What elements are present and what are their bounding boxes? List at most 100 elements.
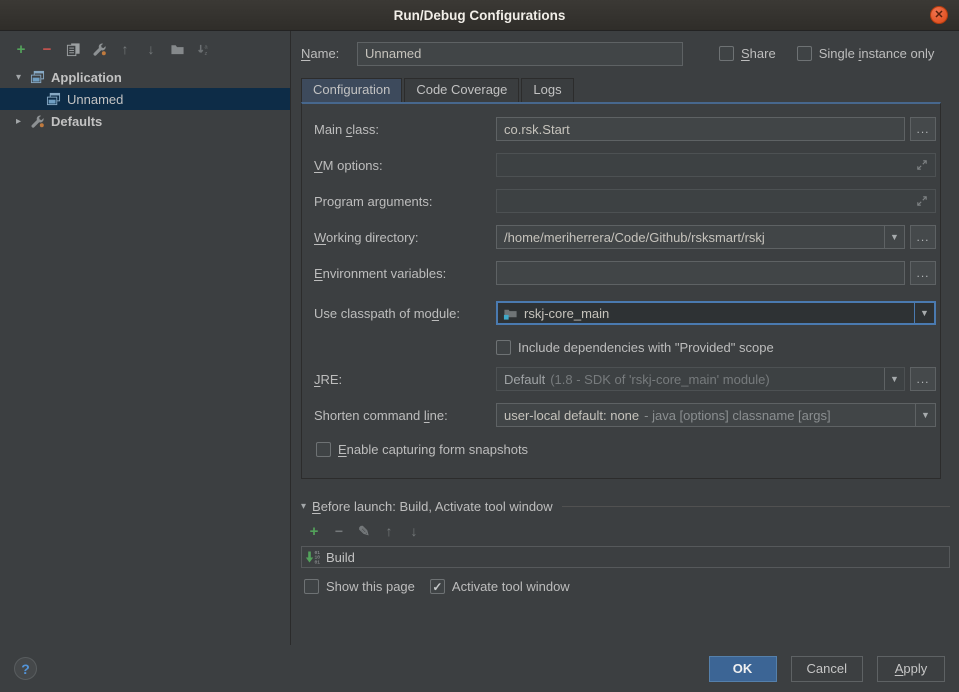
dropdown-arrow-icon[interactable]: ▼ bbox=[884, 226, 904, 248]
dropdown-arrow-icon[interactable]: ▼ bbox=[914, 303, 934, 323]
add-configuration-button[interactable]: + bbox=[13, 41, 29, 57]
module-icon bbox=[503, 306, 518, 321]
dialog-title: Run/Debug Configurations bbox=[394, 8, 566, 23]
expand-field-button[interactable] bbox=[916, 195, 928, 207]
edit-task-button[interactable]: ✎ bbox=[356, 523, 372, 539]
jre-combobox[interactable]: Default (1.8 - SDK of 'rskj-core_main' m… bbox=[496, 367, 905, 391]
pencil-icon: ✎ bbox=[358, 524, 370, 538]
chevron-right-icon[interactable]: ▸ bbox=[16, 116, 30, 127]
shorten-command-line-combobox[interactable]: user-local default: none - java [options… bbox=[496, 403, 936, 427]
program-arguments-label: Program arguments: bbox=[314, 194, 496, 209]
application-icon bbox=[46, 92, 61, 106]
tab-code-coverage[interactable]: Code Coverage bbox=[404, 78, 519, 102]
program-arguments-input[interactable] bbox=[496, 189, 936, 213]
remove-task-button[interactable]: − bbox=[331, 523, 347, 539]
use-classpath-row: Use classpath of module: rskj-core_main … bbox=[314, 300, 936, 326]
working-directory-combobox[interactable]: /home/meriherrera/Code/Github/rsksmart/r… bbox=[496, 225, 905, 249]
working-directory-row: Working directory: /home/meriherrera/Cod… bbox=[314, 224, 936, 250]
minus-icon: − bbox=[335, 524, 343, 538]
name-label: Name: bbox=[301, 46, 357, 61]
main-class-browse-button[interactable]: ... bbox=[910, 117, 936, 141]
checkbox-unchecked[interactable] bbox=[304, 579, 319, 594]
enable-capturing-checkbox[interactable]: Enable capturing form snapshots bbox=[314, 438, 936, 460]
close-button[interactable]: ✕ bbox=[930, 6, 948, 24]
working-directory-browse-button[interactable]: ... bbox=[910, 225, 936, 249]
chevron-down-icon[interactable]: ▾ bbox=[16, 72, 30, 83]
tree-node-application[interactable]: ▾ Application bbox=[0, 66, 290, 88]
checkbox-unchecked[interactable] bbox=[496, 340, 511, 355]
chevron-down-icon[interactable]: ▾ bbox=[301, 501, 306, 512]
dropdown-arrow-icon[interactable]: ▼ bbox=[884, 368, 904, 390]
create-folder-button[interactable] bbox=[169, 41, 185, 57]
vm-options-label: VM options: bbox=[314, 158, 496, 173]
checkbox-checked[interactable]: ✓ bbox=[430, 579, 445, 594]
jre-browse-button[interactable]: ... bbox=[910, 367, 936, 391]
apply-button[interactable]: Apply bbox=[877, 656, 945, 682]
ok-button[interactable]: OK bbox=[709, 656, 777, 682]
add-task-button[interactable]: + bbox=[306, 523, 322, 539]
enable-capturing-label: Enable capturing form snapshots bbox=[338, 442, 528, 457]
before-launch-task-build[interactable]: 01 10 01 Build bbox=[301, 546, 950, 568]
include-dependencies-checkbox[interactable]: Include dependencies with "Provided" sco… bbox=[496, 336, 936, 358]
checkbox-unchecked[interactable] bbox=[316, 442, 331, 457]
sort-configurations-button[interactable]: a z bbox=[195, 41, 211, 57]
close-icon: ✕ bbox=[934, 10, 943, 21]
checkbox-unchecked[interactable] bbox=[719, 46, 734, 61]
run-debug-configurations-dialog: Run/Debug Configurations ✕ + − bbox=[0, 0, 959, 692]
vm-options-input[interactable] bbox=[496, 153, 936, 177]
tree-node-unnamed[interactable]: Unnamed bbox=[0, 88, 290, 110]
arrow-down-icon: ↓ bbox=[148, 42, 155, 56]
edit-defaults-button[interactable] bbox=[91, 41, 107, 57]
dropdown-arrow-icon[interactable]: ▼ bbox=[915, 404, 935, 426]
svg-text:z: z bbox=[204, 51, 207, 57]
plus-icon: + bbox=[310, 524, 319, 539]
tree-label-unnamed: Unnamed bbox=[67, 92, 123, 107]
vm-options-row: VM options: bbox=[314, 152, 936, 178]
use-classpath-combobox[interactable]: rskj-core_main ▼ bbox=[496, 301, 936, 325]
move-down-button[interactable]: ↓ bbox=[143, 41, 159, 57]
main-class-input[interactable]: co.rsk.Start bbox=[496, 117, 905, 141]
single-instance-checkbox[interactable]: Single instance only bbox=[797, 46, 935, 61]
move-up-button[interactable]: ↑ bbox=[117, 41, 133, 57]
build-task-label: Build bbox=[326, 550, 355, 565]
use-classpath-label: Use classpath of module: bbox=[314, 306, 496, 321]
cancel-button[interactable]: Cancel bbox=[791, 656, 863, 682]
tab-configuration[interactable]: Configuration bbox=[301, 78, 402, 102]
sort-az-icon: a z bbox=[196, 42, 211, 57]
environment-variables-label: Environment variables: bbox=[314, 266, 496, 281]
build-icon: 01 10 01 bbox=[305, 549, 321, 565]
tab-logs[interactable]: Logs bbox=[521, 78, 573, 102]
copy-configuration-button[interactable] bbox=[65, 41, 81, 57]
tree-node-defaults[interactable]: ▸ Defaults bbox=[0, 110, 290, 132]
expand-icon bbox=[916, 159, 928, 171]
arrow-up-icon: ↑ bbox=[122, 42, 129, 56]
jre-label: JRE: bbox=[314, 372, 496, 387]
show-this-page-label: Show this page bbox=[326, 579, 415, 594]
activate-tool-window-checkbox[interactable]: ✓ Activate tool window bbox=[430, 579, 570, 594]
share-label: Share bbox=[741, 46, 776, 61]
before-launch-title: Before launch: Build, Activate tool wind… bbox=[312, 499, 553, 514]
before-launch-header[interactable]: ▾ Before launch: Build, Activate tool wi… bbox=[301, 499, 950, 514]
environment-variables-browse-button[interactable]: ... bbox=[910, 261, 936, 285]
titlebar[interactable]: Run/Debug Configurations ✕ bbox=[0, 0, 959, 31]
move-task-down-button[interactable]: ↓ bbox=[406, 523, 422, 539]
help-icon: ? bbox=[21, 661, 30, 677]
remove-configuration-button[interactable]: − bbox=[39, 41, 55, 57]
move-task-up-button[interactable]: ↑ bbox=[381, 523, 397, 539]
name-input[interactable]: Unnamed bbox=[357, 42, 683, 66]
environment-variables-row: Environment variables: ... bbox=[314, 260, 936, 286]
main-class-label: Main class: bbox=[314, 122, 496, 137]
expand-field-button[interactable] bbox=[916, 159, 928, 171]
configuration-tab-panel: Main class: co.rsk.Start ... VM options: bbox=[301, 102, 941, 479]
share-checkbox[interactable]: Share bbox=[719, 46, 776, 61]
show-this-page-checkbox[interactable]: Show this page bbox=[304, 579, 415, 594]
help-button[interactable]: ? bbox=[14, 657, 37, 680]
checkbox-unchecked[interactable] bbox=[797, 46, 812, 61]
svg-text:01: 01 bbox=[315, 559, 321, 565]
working-directory-label: Working directory: bbox=[314, 230, 496, 245]
footer-buttons: OK Cancel Apply bbox=[695, 656, 945, 682]
program-arguments-row: Program arguments: bbox=[314, 188, 936, 214]
environment-variables-input[interactable] bbox=[496, 261, 905, 285]
plus-icon: + bbox=[17, 42, 26, 57]
configuration-editor: Name: Unnamed Share Single instance only… bbox=[291, 31, 959, 645]
